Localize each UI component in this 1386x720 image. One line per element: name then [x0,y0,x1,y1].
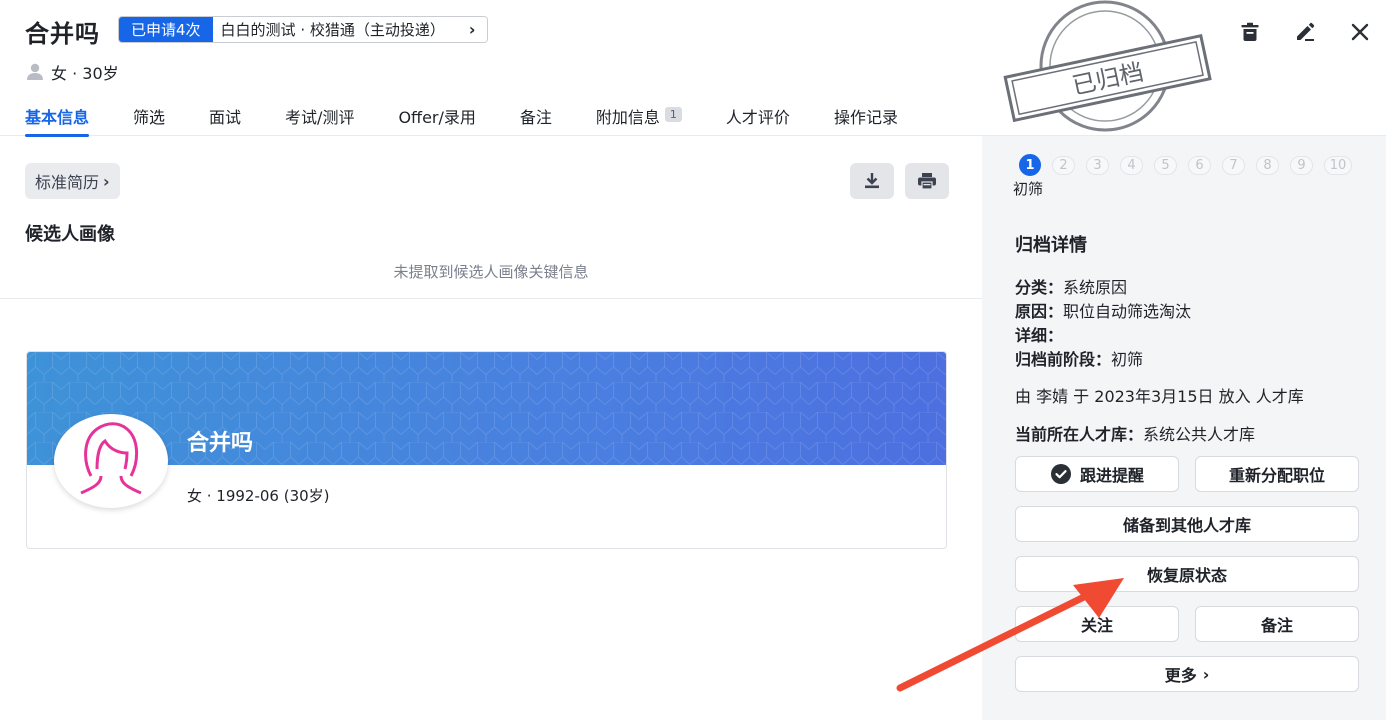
field-value: 职位自动筛选淘汰 [1063,302,1192,321]
current-talent-pool: 当前所在人才库：系统公共人才库 [1015,421,1255,445]
print-button[interactable] [905,163,949,199]
check-circle-icon [1050,464,1071,484]
restore-status-button[interactable]: 恢复原状态 [1015,556,1359,592]
card-candidate-name: 合并吗 [187,431,254,456]
printer-icon [918,173,936,190]
stage-step[interactable]: 8 [1256,155,1279,175]
tab-label: 面试 [209,108,242,127]
tab-notes[interactable]: 备注 [520,104,552,136]
field-value: 初筛 [1111,350,1144,369]
field-value: 系统公共人才库 [1143,425,1256,444]
portrait-empty-text: 未提取到候选人画像关键信息 [393,263,589,281]
apply-source-label: 白白的测试 · 校猎通（主动投递） [220,21,445,39]
stage-step[interactable]: 4 [1120,155,1143,175]
button-label: 备注 [1260,616,1293,635]
card-candidate-info: 女 · 1992-06 (30岁) [187,487,330,505]
profile-text: 女 · 30岁 [51,64,119,83]
archive-side-panel: 1 2 3 4 5 6 7 8 9 10 初筛 归档详情 分类：系统原因 原因：… [982,136,1386,720]
tab-talent-evaluation[interactable]: 人才评价 [726,104,790,136]
field-key: 详细： [1015,326,1064,345]
female-avatar-icon [54,414,168,508]
more-button[interactable]: 更多 › [1015,656,1359,692]
button-label: 跟进提醒 [1079,466,1144,485]
tab-operation-log[interactable]: 操作记录 [834,104,898,136]
resume-button-label: 标准简历 [35,173,100,192]
tab-basic-info[interactable]: 基本信息 [25,104,90,137]
reassign-position-button[interactable]: 重新分配职位 [1195,456,1359,492]
button-label: 关注 [1080,616,1113,635]
tab-label: Offer/录用 [398,108,476,127]
candidate-header: 合并吗 已申请4次 白白的测试 · 校猎通（主动投递） › 女 · 30岁 基本… [0,0,1386,137]
pencil-icon[interactable] [1293,20,1317,44]
button-label: 储备到其他人才库 [1122,516,1251,535]
tab-label: 操作记录 [833,108,898,127]
trash-icon[interactable] [1238,20,1262,44]
field-value: 系统原因 [1063,278,1128,297]
tab-offer[interactable]: Offer/录用 [398,104,475,136]
tab-count-badge: 1 [664,107,682,122]
tab-screening[interactable]: 筛选 [133,104,165,136]
archive-detail: 详细： [1015,322,1063,346]
apply-count-badge: 已申请4次 [119,17,213,42]
tab-interview[interactable]: 面试 [209,104,241,136]
archived-stamp: 已归档 [1003,0,1212,132]
person-icon [27,63,43,80]
close-icon[interactable] [1348,20,1372,44]
chevron-right-icon: › [468,20,476,39]
tab-label: 备注 [519,108,552,127]
resume-card: 合并吗 女 · 1992-06 (30岁) [26,351,947,549]
follow-button[interactable]: 关注 [1015,606,1179,642]
stage-step[interactable]: 5 [1154,155,1177,175]
archive-placed-by: 由 李婧 于 2023年3月15日 放入 人才库 [1015,387,1304,406]
stage-step[interactable]: 3 [1086,155,1109,175]
stage-step[interactable]: 9 [1290,155,1313,175]
tab-label: 基本信息 [25,108,90,127]
stage-step[interactable]: 7 [1222,155,1245,175]
current-stage-label: 初筛 [1013,180,1044,198]
field-key: 当前所在人才库： [1015,425,1144,444]
download-icon [865,173,879,189]
apply-source[interactable]: 白白的测试 · 校猎通（主动投递） › [212,17,488,42]
archive-prev-stage: 归档前阶段：初筛 [1015,346,1143,370]
stage-step[interactable]: 10 [1324,155,1352,175]
save-to-other-pool-button[interactable]: 储备到其他人才库 [1015,506,1359,542]
stage-stepper: 1 2 3 4 5 6 7 8 9 10 [1019,154,1363,176]
portrait-title: 候选人画像 [25,224,115,245]
note-button[interactable]: 备注 [1195,606,1359,642]
archive-category: 分类：系统原因 [1015,274,1127,298]
chevron-right-icon: › [1202,664,1210,684]
archive-detail-title: 归档详情 [1015,235,1087,256]
download-button[interactable] [850,163,894,199]
stage-step[interactable]: 2 [1052,155,1075,175]
chevron-right-icon: › [103,171,110,191]
application-selector[interactable]: 已申请4次 白白的测试 · 校猎通（主动投递） › [118,16,489,43]
button-label: 重新分配职位 [1228,466,1325,485]
field-key: 分类： [1015,278,1064,297]
archive-reason: 原因：职位自动筛选淘汰 [1015,298,1191,322]
divider [0,298,982,299]
button-label: 更多 [1164,666,1197,685]
main-content: 标准简历 › 候选人画像 未提取到候选人画像关键信息 合并吗 女 · 1992-… [0,136,982,720]
tab-label: 人才评价 [725,108,790,127]
tab-exam[interactable]: 考试/测评 [285,104,354,136]
field-key: 归档前阶段： [1015,350,1112,369]
standard-resume-button[interactable]: 标准简历 › [25,163,120,199]
field-key: 原因： [1015,302,1064,321]
tab-bar: 基本信息 筛选 面试 考试/测评 Offer/录用 备注 附加信息 1 人才评价 … [25,104,942,137]
tab-additional-info[interactable]: 附加信息 1 [596,104,682,136]
follow-reminder-button[interactable]: 跟进提醒 [1015,456,1179,492]
candidate-profile: 女 · 30岁 [25,60,119,84]
stamp-text: 已归档 [1070,58,1146,100]
candidate-name: 合并吗 [25,20,100,48]
stage-step[interactable]: 6 [1188,155,1211,175]
button-label: 恢复原状态 [1146,566,1227,585]
tab-label: 考试/测评 [285,108,355,127]
stage-step[interactable]: 1 [1019,154,1041,176]
tab-label: 附加信息 [595,108,660,127]
tab-label: 筛选 [133,108,166,127]
